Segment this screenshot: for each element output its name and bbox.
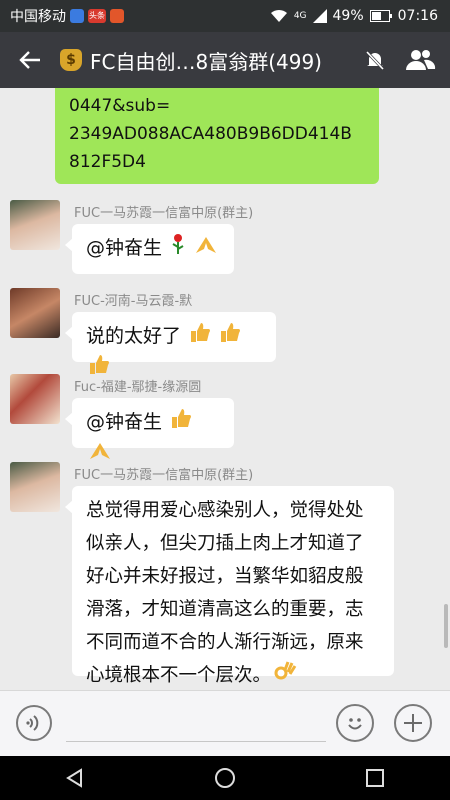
avatar[interactable] (10, 288, 60, 338)
network-type-label: 4G (293, 11, 307, 21)
chat-title-text: FC自由创…8富翁群(499) (90, 49, 322, 74)
message-line: 812F5D4 (69, 152, 146, 172)
voice-icon (26, 715, 39, 731)
sender-name: FUC-河南-马云霞-默 (74, 294, 193, 309)
message-text: @钟奋生 (86, 237, 169, 259)
ok-hand-icon (273, 660, 297, 691)
back-arrow-icon (19, 51, 40, 69)
avatar[interactable] (10, 200, 60, 250)
emoji-button[interactable] (336, 704, 374, 742)
sender-name: Fuc-福建-鄢捷-缘源圆 (74, 380, 202, 395)
thumbs-up-icon (219, 321, 241, 353)
message-input[interactable] (66, 705, 326, 742)
carrier-label: 中国移动 (10, 9, 66, 25)
chat-header: $ FC自由创…8富翁群(499) (0, 32, 450, 88)
thumbs-up-icon (189, 321, 211, 353)
signal-icon (312, 9, 327, 23)
praying-hands-icon (194, 233, 218, 265)
nav-recents-icon[interactable] (365, 768, 385, 788)
message-bubble[interactable]: @钟奋生 (65, 398, 234, 459)
chat-messages[interactable]: 0447&sub= 2349AD088ACA480B9B6DD414B 812F… (0, 88, 450, 690)
status-bar: 中国移动 头条 4G 49% 07:16 (0, 0, 450, 32)
group-members-icon[interactable] (404, 48, 436, 72)
message-bubble[interactable]: 总觉得用爱心感染别人，觉得处处似亲人，但尖刀插上肉上才知道了好心并未好报过，当繁… (65, 486, 394, 686)
nav-back-icon[interactable] (65, 768, 85, 788)
smiley-icon (348, 718, 362, 730)
system-nav-bar (0, 756, 450, 800)
thumbs-up-icon (170, 407, 192, 439)
money-bag-icon: $ (60, 49, 82, 71)
mute-bell-icon[interactable] (364, 49, 386, 71)
message-line: 2349AD088ACA480B9B6DD414B (69, 124, 352, 144)
back-button[interactable] (0, 32, 60, 88)
voice-button[interactable] (16, 705, 52, 741)
message-line: 0447&sub= (69, 96, 171, 116)
clock: 07:16 (397, 8, 438, 24)
toutiao-icon: 头条 (88, 9, 106, 23)
avatar[interactable] (10, 462, 60, 512)
sent-message-bubble[interactable]: 0447&sub= 2349AD088ACA480B9B6DD414B 812F… (55, 88, 379, 184)
chat-scrollbar[interactable] (444, 604, 448, 648)
more-button[interactable] (394, 704, 432, 742)
rose-icon (170, 233, 186, 265)
message-bubble[interactable]: @钟奋生 (65, 224, 234, 274)
sender-name: FUC一马苏霞一信富中原(群主) (74, 206, 254, 221)
wifi-icon (270, 9, 287, 22)
message-text: 总觉得用爱心感染别人，觉得处处似亲人，但尖刀插上肉上才知道了好心并未好报过，当繁… (86, 500, 364, 686)
message-text: @钟奋生 (86, 411, 169, 433)
plus-icon (404, 714, 422, 732)
message-text: 说的太好了 (86, 325, 182, 347)
avatar[interactable] (10, 374, 60, 424)
battery-percent: 49% (332, 8, 364, 24)
app-notification-icon (70, 9, 84, 23)
nav-home-icon[interactable] (214, 767, 236, 789)
message-input-bar (0, 690, 450, 756)
sender-name: FUC一马苏霞一信富中原(群主) (74, 468, 254, 483)
message-bubble[interactable]: 说的太好了 (65, 312, 276, 374)
chat-title: $ FC自由创…8富翁群(499) (60, 46, 322, 75)
video-app-icon (110, 9, 124, 23)
battery-icon (369, 10, 392, 22)
